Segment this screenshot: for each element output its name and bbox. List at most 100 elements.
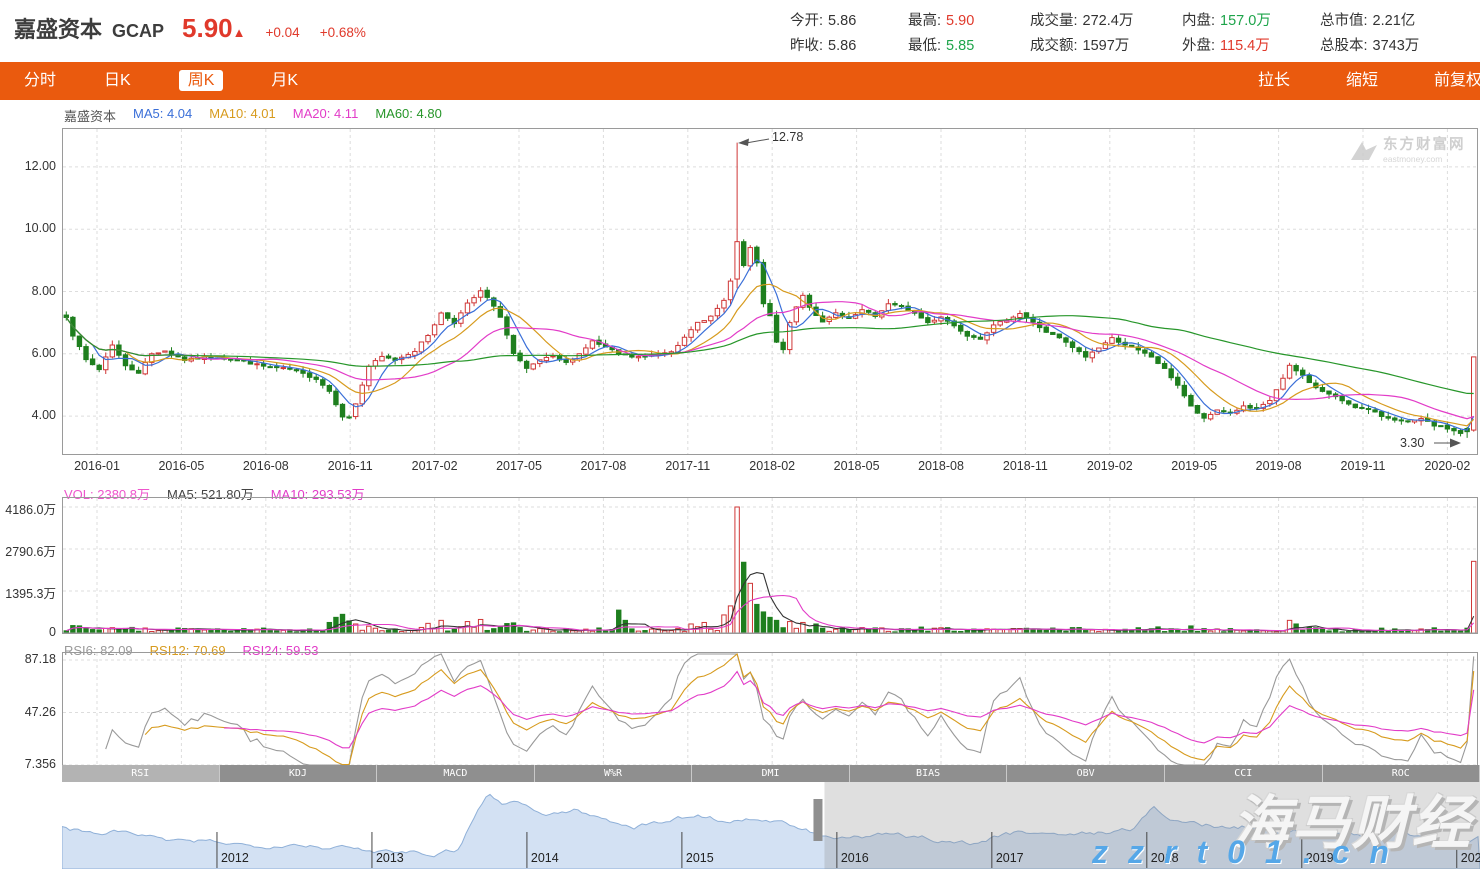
- x-tick-label: 2016-05: [139, 459, 223, 473]
- indicator-tab-cci[interactable]: CCI: [1165, 765, 1323, 782]
- svg-text:2013: 2013: [376, 851, 404, 865]
- stat-value: 115.4万: [1220, 38, 1270, 54]
- x-tick-label: 2018-05: [815, 459, 899, 473]
- stat-8: 总市值: 2.21亿: [1320, 9, 1468, 30]
- legend-item-3: MA20: 4.11: [293, 106, 359, 125]
- current-price: 5.90▲: [182, 13, 245, 44]
- x-tick-label: 2019-05: [1152, 459, 1236, 473]
- period-tab-0[interactable]: 分时: [0, 62, 80, 100]
- stat-label: 最低:: [908, 38, 941, 54]
- stat-label: 总市值:: [1320, 13, 1368, 29]
- stat-value: 272.4万: [1083, 13, 1134, 29]
- x-tick-label: 2016-11: [308, 459, 392, 473]
- stat-value: 157.0万: [1220, 13, 1271, 29]
- stat-label: 成交额:: [1030, 38, 1078, 54]
- stat-value: 5.86: [828, 38, 856, 54]
- rsi-chart[interactable]: [62, 652, 1478, 767]
- x-tick-label: 2017-05: [477, 459, 561, 473]
- volume-chart[interactable]: [62, 497, 1478, 634]
- period-tab-2[interactable]: 周K: [155, 62, 248, 100]
- stat-6: 内盘: 157.0万: [1182, 9, 1320, 30]
- up-arrow-icon: ▲: [233, 25, 246, 40]
- y-tick-label: 87.18: [0, 652, 56, 666]
- toolbar-action-2[interactable]: 前复权: [1406, 62, 1480, 100]
- y-tick-label: 0: [0, 625, 56, 639]
- x-tick-label: 2020-02: [1405, 459, 1480, 473]
- x-tick-label: 2017-08: [561, 459, 645, 473]
- stat-0: 今开: 5.86: [790, 9, 908, 30]
- indicator-tab-obv[interactable]: OBV: [1007, 765, 1165, 782]
- svg-text:2019: 2019: [1306, 851, 1334, 865]
- indicator-tab-dmi[interactable]: DMI: [692, 765, 850, 782]
- stat-label: 总股本:: [1320, 38, 1368, 54]
- stat-value: 2.21亿: [1373, 13, 1416, 29]
- stat-label: 外盘:: [1182, 38, 1215, 54]
- x-tick-label: 2018-08: [899, 459, 983, 473]
- y-tick-label: 4186.0万: [0, 499, 56, 518]
- indicator-tab-rsi[interactable]: RSI: [62, 765, 220, 782]
- period-tab-3[interactable]: 月K: [247, 62, 322, 100]
- x-tick-label: 2017-11: [646, 459, 730, 473]
- legend-item-1: MA5: 4.04: [133, 106, 192, 125]
- y-tick-label: 12.00: [0, 159, 56, 173]
- indicator-tab-bias[interactable]: BIAS: [850, 765, 1008, 782]
- stat-value: 5.90: [946, 13, 974, 29]
- svg-text:2017: 2017: [996, 851, 1024, 865]
- y-tick-label: 10.00: [0, 221, 56, 235]
- svg-text:2012: 2012: [221, 851, 249, 865]
- period-tab-active-pill[interactable]: 周K: [179, 70, 224, 91]
- main-kline-chart[interactable]: [62, 128, 1478, 455]
- stat-value: 5.86: [828, 13, 856, 29]
- stat-label: 昨收:: [790, 38, 823, 54]
- stock-summary: 嘉盛资本 GCAP 5.90▲ +0.04 +0.68%: [14, 12, 366, 44]
- stock-ticker: GCAP: [112, 21, 164, 42]
- svg-text:2014: 2014: [531, 851, 559, 865]
- price-change: +0.04: [266, 25, 300, 40]
- y-tick-label: 4.00: [0, 408, 56, 422]
- y-tick-label: 2790.6万: [0, 541, 56, 560]
- toolbar-actions: 拉长缩短前复权: [1230, 62, 1480, 100]
- indicator-tab-roc[interactable]: ROC: [1323, 765, 1480, 782]
- x-tick-label: 2018-02: [730, 459, 814, 473]
- stock-name: 嘉盛资本: [14, 12, 102, 44]
- indicator-tab-wr[interactable]: W%R: [535, 765, 693, 782]
- stat-9: 总股本: 3743万: [1320, 34, 1468, 55]
- stat-5: 成交额: 1597万: [1030, 34, 1182, 55]
- svg-text:2016: 2016: [841, 851, 869, 865]
- stat-value: 3743万: [1373, 38, 1420, 54]
- stat-value: 5.85: [946, 38, 974, 54]
- high-annotation: 12.78: [772, 130, 803, 144]
- y-tick-label: 7.356: [0, 757, 56, 771]
- stat-2: 最高:5.90: [908, 9, 1030, 30]
- stat-3: 最低: 5.85: [908, 34, 1030, 55]
- y-tick-label: 8.00: [0, 284, 56, 298]
- indicator-tab-macd[interactable]: MACD: [377, 765, 535, 782]
- kline-legend: 嘉盛资本MA5: 4.04MA10: 4.01MA20: 4.11MA60: 4…: [64, 106, 442, 125]
- x-tick-label: 2016-08: [224, 459, 308, 473]
- x-tick-label: 2016-01: [55, 459, 139, 473]
- svg-text:2015: 2015: [686, 851, 714, 865]
- x-tick-label: 2017-02: [393, 459, 477, 473]
- x-tick-label: 2019-08: [1237, 459, 1321, 473]
- x-tick-label: 2018-11: [983, 459, 1067, 473]
- legend-item-2: MA10: 4.01: [209, 106, 276, 125]
- header: 嘉盛资本 GCAP 5.90▲ +0.04 +0.68% 今开:5.86昨收:5…: [0, 0, 1480, 62]
- svg-text:2018: 2018: [1151, 851, 1179, 865]
- stat-label: 内盘:: [1182, 13, 1215, 29]
- period-tabs: 分时日K 周K 月K: [0, 62, 322, 100]
- period-tab-1[interactable]: 日K: [80, 62, 155, 100]
- x-tick-label: 2019-11: [1321, 459, 1405, 473]
- stat-1: 昨收: 5.86: [790, 34, 908, 55]
- toolbar-action-0[interactable]: 拉长: [1230, 62, 1318, 100]
- toolbar-action-1[interactable]: 缩短: [1318, 62, 1406, 100]
- stat-4: 成交量:272.4万: [1030, 9, 1182, 30]
- x-tick-label: 2019-02: [1068, 459, 1152, 473]
- stat-label: 今开:: [790, 13, 823, 29]
- timeline-navigator[interactable]: 2012 2013 2014 2015 2016 2017 2018 2019 2020: [62, 782, 1480, 869]
- indicator-tabs: RSIKDJMACDW%RDMIBIASOBVCCIROC: [62, 765, 1480, 782]
- stat-value: 1597万: [1083, 38, 1130, 54]
- price-change-percent: +0.68%: [320, 25, 366, 40]
- low-annotation: 3.30: [1400, 436, 1424, 450]
- svg-text:2020: 2020: [1461, 851, 1480, 865]
- indicator-tab-kdj[interactable]: KDJ: [220, 765, 378, 782]
